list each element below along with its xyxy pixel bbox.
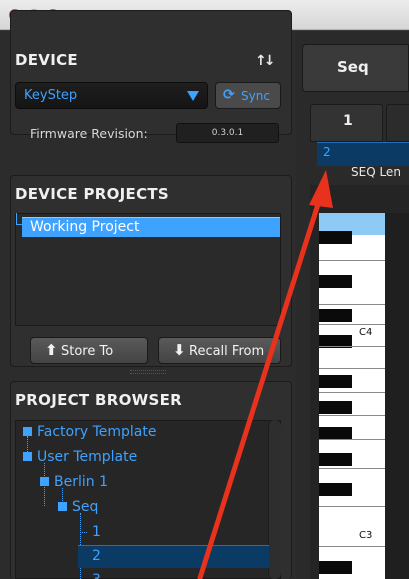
piano-key-divider: [319, 260, 385, 261]
note-grid[interactable]: [385, 213, 409, 579]
step-value-field[interactable]: 2: [317, 142, 409, 166]
tree-item-factory-template[interactable]: Factory Template: [23, 421, 156, 443]
piano-key-divider: [319, 506, 385, 507]
download-arrow-icon: ⬇: [173, 341, 186, 359]
piano-key-divider: [319, 468, 385, 469]
key-label-c4: C4: [359, 327, 373, 338]
piano-black-key[interactable]: [319, 375, 352, 388]
sync-icon: ⟳: [223, 87, 235, 103]
tab-seq-label: Seq: [337, 58, 369, 76]
key-label-c3: C3: [359, 530, 373, 541]
tree-item-seq-3[interactable]: 3: [92, 569, 101, 579]
piano-key-divider: [319, 346, 385, 347]
device-select[interactable]: KeyStep: [15, 82, 208, 109]
tab-seq[interactable]: Seq: [302, 44, 409, 92]
piano-black-key[interactable]: [319, 561, 352, 574]
tree-item-seq[interactable]: Seq: [58, 496, 98, 518]
piano-key-divider: [319, 415, 385, 416]
project-browser-title: PROJECT BROWSER: [15, 391, 182, 409]
piano-key-divider: [319, 546, 385, 547]
piano-black-key[interactable]: [319, 275, 352, 288]
tab-sequence-1[interactable]: 1: [310, 104, 383, 142]
tree-connector: [80, 532, 87, 533]
tree-item-label: Factory Template: [37, 424, 157, 440]
store-to-button[interactable]: ⬆ Store To: [30, 337, 148, 364]
piano-key-divider: [319, 304, 385, 305]
piano-key-divider: [319, 439, 385, 440]
project-tree-scrollbar[interactable]: [268, 420, 281, 579]
piano-black-key[interactable]: [319, 401, 352, 414]
recall-from-button[interactable]: ⬇ Recall From: [158, 337, 281, 364]
piano-black-key[interactable]: [319, 483, 352, 496]
device-select-value: KeyStep: [24, 88, 78, 103]
tree-item-label: Seq: [72, 499, 99, 515]
firmware-label: Firmware Revision:: [30, 126, 148, 141]
collapse-icon[interactable]: [23, 452, 32, 461]
tree-item-user-template[interactable]: User Template: [23, 446, 137, 468]
sync-button-label: Sync: [241, 89, 270, 103]
dropdown-arrow-icon: [187, 91, 199, 101]
tree-item-seq-1[interactable]: 1: [92, 521, 101, 543]
firmware-value: 0.3.0.1: [176, 123, 279, 143]
tree-item-berlin-1[interactable]: Berlin 1: [40, 471, 108, 493]
piano-black-key[interactable]: [319, 309, 352, 322]
device-title: DEVICE: [15, 51, 78, 69]
collapse-icon[interactable]: [58, 502, 67, 511]
recall-from-label: Recall From: [189, 344, 265, 359]
tree-item-seq-2[interactable]: 2: [92, 545, 101, 567]
piano-key-divider: [319, 392, 385, 393]
tree-selection-highlight: [78, 545, 269, 568]
upload-arrow-icon: ⬆: [45, 341, 58, 359]
piano-black-key[interactable]: [319, 231, 352, 244]
sync-button[interactable]: ⟳ Sync: [215, 82, 281, 109]
piano-keyboard[interactable]: C4 C3: [319, 213, 385, 579]
collapse-icon[interactable]: [40, 477, 49, 486]
store-to-label: Store To: [61, 344, 114, 359]
piano-black-key[interactable]: [319, 453, 352, 466]
piano-key-divider: [319, 368, 385, 369]
tab-sequence-2[interactable]: [386, 104, 409, 142]
device-projects-title: DEVICE PROJECTS: [15, 185, 170, 203]
panel-resize-grip[interactable]: [130, 370, 166, 374]
tree-item-label: User Template: [37, 449, 138, 465]
device-panel: [10, 10, 292, 135]
piano-key-divider: [319, 324, 385, 325]
expand-icon[interactable]: [23, 427, 32, 436]
tree-item-label: Berlin 1: [54, 474, 108, 490]
step-value: 2: [323, 145, 331, 159]
tab-sequence-1-label: 1: [343, 113, 353, 129]
project-item-working-project[interactable]: Working Project: [22, 217, 280, 237]
seq-length-label: SEQ Len: [351, 165, 401, 179]
swap-arrows-icon[interactable]: ↑↓: [255, 53, 276, 69]
